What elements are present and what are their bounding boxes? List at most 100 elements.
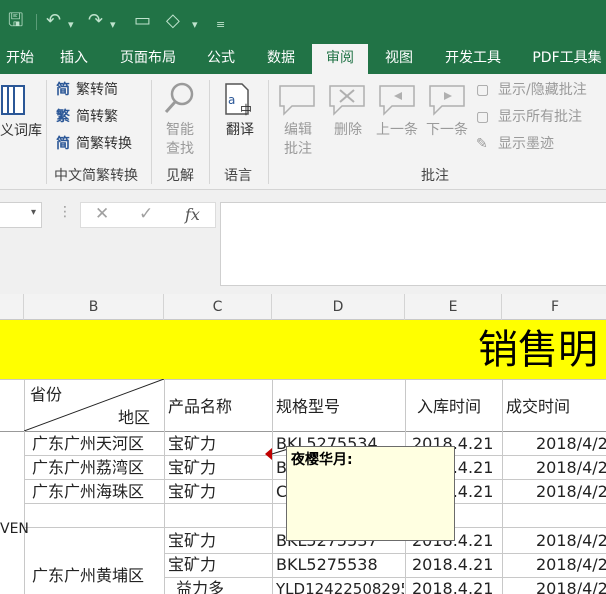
header-in-date[interactable]: 入库时间 xyxy=(417,396,481,418)
name-box-dropdown-icon[interactable]: ▾ xyxy=(31,207,36,218)
cell-deal-date[interactable]: 2018/4/2 xyxy=(536,554,606,576)
redo-dropdown-icon[interactable]: ▾ xyxy=(110,14,116,36)
cell-model[interactable]: BKL5275538 xyxy=(276,554,404,576)
column-header-e[interactable]: E xyxy=(405,294,502,320)
column-header-c[interactable]: C xyxy=(164,294,272,320)
gridline xyxy=(0,431,606,432)
tab-pdf-tools[interactable]: PDF工具集 xyxy=(526,44,606,74)
sheet-title[interactable]: 销售明 xyxy=(478,324,598,376)
column-headers: B C D E F xyxy=(0,294,606,320)
formula-buttons: ✕ ✓ fx xyxy=(80,202,216,228)
cell-product[interactable]: 宝矿力 xyxy=(168,554,216,576)
thesaurus-label[interactable]: 义词库 xyxy=(0,122,42,141)
previous-comment-label[interactable]: 上一条 xyxy=(372,121,422,140)
cell-product[interactable]: 宝矿力 xyxy=(168,530,216,552)
convert-button[interactable]: 简简繁转换 xyxy=(56,134,132,154)
gridline xyxy=(164,379,165,594)
tab-formulas[interactable]: 公式 xyxy=(198,44,244,74)
trad-to-simp-button[interactable]: 简繁转简 xyxy=(56,80,118,100)
cell-product[interactable]: 宝矿力 xyxy=(168,481,216,503)
cell-deal-date[interactable]: 2018/4/2 xyxy=(536,457,606,479)
tab-insert[interactable]: 插入 xyxy=(52,44,96,74)
show-all-comments-icon: ▢ xyxy=(476,109,490,125)
cancel-icon[interactable]: ✕ xyxy=(95,204,109,224)
enter-icon[interactable]: ✓ xyxy=(139,204,153,224)
cell-model[interactable]: YLD12422508295 xyxy=(276,578,404,594)
shape-dropdown-icon[interactable]: ▾ xyxy=(192,14,198,36)
undo-dropdown-icon[interactable]: ▾ xyxy=(68,14,74,36)
cell-region[interactable]: 广东广州天河区 xyxy=(32,433,144,455)
show-hide-comment-button[interactable]: ▢ 显示/隐藏批注 xyxy=(476,80,587,100)
insert-function-icon[interactable]: fx xyxy=(185,205,200,224)
cell-deal-date[interactable]: 2018/4/2 xyxy=(536,578,606,594)
simp-to-trad-label: 简转繁 xyxy=(76,109,118,125)
svg-text:中: 中 xyxy=(240,102,252,117)
comment-box[interactable]: 夜樱华月: xyxy=(286,446,455,541)
cell-region[interactable]: 广东广州荔湾区 xyxy=(32,457,144,479)
name-box[interactable]: ▾ xyxy=(0,202,42,228)
undo-icon[interactable]: ↶ xyxy=(46,10,61,32)
title-bar: 🖫 ↶ ▾ ↷ ▾ ▭ ◇ ▾ ≡ xyxy=(0,0,606,44)
group-label-chinese-conversion: 中文简繁转换 xyxy=(54,168,138,184)
group-label-comments: 批注 xyxy=(421,168,449,184)
tab-view[interactable]: 视图 xyxy=(376,44,422,74)
cell-deal-date[interactable]: 2018/4/2 xyxy=(536,481,606,503)
group-label-language: 语言 xyxy=(224,168,252,184)
tab-page-layout[interactable]: 页面布局 xyxy=(112,44,184,74)
redo-icon[interactable]: ↷ xyxy=(88,10,103,32)
shape-icon[interactable]: ◇ xyxy=(166,10,180,32)
gridline xyxy=(272,379,273,594)
divider xyxy=(209,80,210,184)
previous-comment-icon[interactable] xyxy=(378,82,418,118)
column-header-f[interactable]: F xyxy=(502,294,606,320)
simp-to-trad-button[interactable]: 繁简转繁 xyxy=(56,107,118,127)
cell-region[interactable]: 广东广州黄埔区 xyxy=(32,565,144,587)
customize-toolbar-icon[interactable]: ≡ xyxy=(216,14,225,36)
column-header-b[interactable]: B xyxy=(24,294,164,320)
next-comment-icon[interactable] xyxy=(428,82,468,118)
formula-input[interactable] xyxy=(220,202,606,286)
edit-comment-icon[interactable] xyxy=(278,82,318,118)
cell-product[interactable]: 益力多 xyxy=(176,578,224,594)
smart-lookup-label[interactable]: 智能 查找 xyxy=(158,121,202,159)
cell-in-date[interactable]: 2018.4.21 xyxy=(412,554,500,576)
tab-data[interactable]: 数据 xyxy=(258,44,304,74)
header-deal-date[interactable]: 成交时间 xyxy=(506,396,570,418)
ribbon: 义词库 简繁转简 繁简转繁 简简繁转换 中文简繁转换 智能 查找 见解 a中 翻… xyxy=(0,74,606,190)
formula-area: ▾ ⋮ ✕ ✓ fx xyxy=(0,190,606,294)
thesaurus-icon[interactable] xyxy=(0,82,30,118)
divider xyxy=(36,14,37,30)
cell-region[interactable]: 广东广州海珠区 xyxy=(32,481,144,503)
trad-to-simp-label: 繁转简 xyxy=(76,82,118,98)
delete-comment-label[interactable]: 删除 xyxy=(330,121,366,140)
translate-label[interactable]: 翻译 xyxy=(220,121,260,140)
save-icon[interactable]: 🖫 xyxy=(8,10,23,32)
show-ink-button[interactable]: ✎ 显示墨迹 xyxy=(476,134,554,154)
cell-product[interactable]: 宝矿力 xyxy=(168,433,216,455)
cell-deal-date[interactable]: 2018/4/2 xyxy=(536,530,606,552)
column-header-d[interactable]: D xyxy=(272,294,405,320)
open-folder-icon[interactable]: ▭ xyxy=(134,10,151,32)
cell-deal-date[interactable]: 2018/4/2 xyxy=(536,433,606,455)
column-header-a[interactable] xyxy=(0,294,24,320)
tab-home[interactable]: 开始 xyxy=(0,44,40,74)
row-fragment-text[interactable]: VEN xyxy=(0,518,29,540)
comment-author: 夜樱华月: xyxy=(291,452,353,468)
tab-developer[interactable]: 开发工具 xyxy=(436,44,510,74)
divider xyxy=(268,80,269,184)
header-model[interactable]: 规格型号 xyxy=(276,396,340,418)
simp-to-trad-icon: 繁 xyxy=(56,109,70,125)
header-product[interactable]: 产品名称 xyxy=(168,396,232,418)
show-all-comments-button[interactable]: ▢ 显示所有批注 xyxy=(476,107,582,127)
delete-comment-icon[interactable] xyxy=(328,82,368,118)
next-comment-label[interactable]: 下一条 xyxy=(422,121,472,140)
header-region[interactable]: 地区 xyxy=(118,407,150,429)
translate-icon[interactable]: a中 xyxy=(222,82,258,118)
smart-lookup-icon[interactable] xyxy=(162,80,198,116)
show-hide-comment-icon: ▢ xyxy=(476,82,490,98)
header-province[interactable]: 省份 xyxy=(30,384,62,406)
cell-in-date[interactable]: 2018.4.21 xyxy=(412,578,500,594)
cell-product[interactable]: 宝矿力 xyxy=(168,457,216,479)
tab-review[interactable]: 审阅 xyxy=(312,44,368,74)
edit-comment-label[interactable]: 编辑 批注 xyxy=(276,121,320,159)
